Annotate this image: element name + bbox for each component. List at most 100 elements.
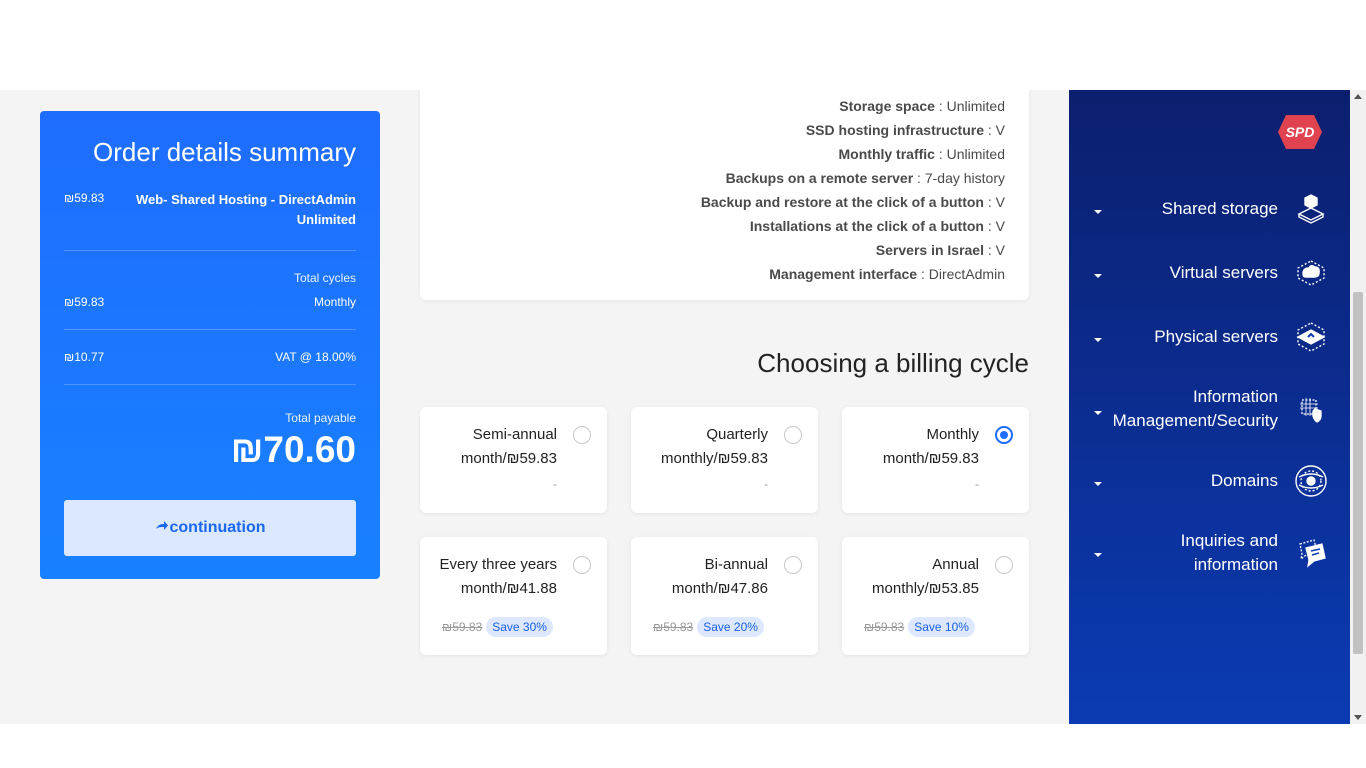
sidebar-item-label-line2: Management/Security [1112,411,1278,430]
divider [64,384,356,385]
plan-name: Monthly [926,426,979,443]
feature-name: Storage space [839,98,935,114]
feature-row: Installations at the click of a button :… [420,216,1005,240]
feature-row: Backups on a remote server : 7-day histo… [420,168,1005,192]
scroll-down-arrow-icon[interactable] [1354,715,1362,720]
chevron-down-icon [1093,547,1103,557]
feature-value: : V [983,194,1005,210]
sidebar-item-label: Physical servers [1154,327,1278,346]
total-payable-label: Total payable [285,411,356,425]
plan-card-semi-annual[interactable]: Semi-annual month/₪59.83 - [420,407,607,513]
feature-name: Installations at the click of a button [749,218,984,234]
sidebar-item-domains[interactable]: Domains [1069,462,1350,502]
plan-radio[interactable] [784,556,802,574]
cycle-price: ₪59.83 [64,295,105,309]
plan-price: month/₪59.83 [882,450,979,467]
security-chip-icon [1294,392,1328,426]
feature-name: Management interface [769,266,918,282]
old-price: ₪59.83 [442,620,483,634]
plan-radio[interactable] [995,556,1013,574]
plan-name: Semi-annual [472,426,557,443]
order-summary-card: Order details summary ₪59.83 Web- Shared… [40,111,380,579]
plan-radio[interactable] [573,556,591,574]
sidebar-item-label-line1: Information [1192,387,1278,406]
old-price: ₪59.83 [864,620,905,634]
sidebar-item-label: Shared storage [1161,199,1278,218]
plan-card-quarterly[interactable]: Quarterly monthly/₪59.83 - [631,407,818,513]
feature-value: : V [983,122,1005,138]
plan-price: month/₪41.88 [460,580,557,597]
feature-value: : V [983,218,1005,234]
plan-price: monthly/₪53.85 [872,580,979,597]
sidebar-item-physical-servers[interactable]: Physical servers [1069,318,1350,358]
chat-bubble-icon [1294,536,1328,570]
plan-discount: ₪59.83 Save 20% [653,617,764,637]
plan-discount: ₪59.83 Save 10% [864,617,975,637]
page-content: Order details summary ₪59.83 Web- Shared… [0,90,1350,724]
item-name: Web- Shared Hosting - DirectAdmin Unlimi… [135,192,356,227]
billing-cycle-title: Choosing a billing cycle [757,348,1029,378]
scroll-thumb[interactable] [1353,292,1363,654]
feature-value: : 7-day history [913,170,1005,186]
feature-name: Backup and restore at the click of a but… [700,194,984,210]
feature-value: : DirectAdmin [917,266,1005,282]
feature-row: Management interface : DirectAdmin [420,264,1005,288]
divider [64,250,356,251]
sidebar-item-label: Domains [1210,471,1278,490]
vat-amount: ₪10.77 [64,350,105,364]
page-scrollbar[interactable] [1350,90,1366,724]
plan-name: Bi-annual [704,556,768,573]
summary-title: Order details summary [93,137,356,167]
save-badge: Save 20% [697,617,764,637]
sidebar-item-virtual-servers[interactable]: Virtual servers [1069,254,1350,294]
feature-row: Storage space : Unlimited [420,96,1005,120]
feature-name: Backups on a remote server [725,170,914,186]
plan-radio-selected[interactable] [995,426,1013,444]
cube-storage-icon [1294,192,1328,226]
plan-price: monthly/₪59.83 [661,450,768,467]
plan-price: month/₪47.86 [671,580,768,597]
feature-value: : Unlimited [934,98,1005,114]
chevron-down-icon [1093,268,1103,278]
plan-name: Annual [932,556,979,573]
chevron-down-icon [1093,405,1103,415]
chevron-down-icon [1093,204,1103,214]
continue-label: continuation [169,519,266,536]
scroll-up-arrow-icon[interactable] [1354,94,1362,99]
item-price: ₪59.83 [64,191,105,205]
feature-name: Servers in Israel [875,242,984,258]
feature-row: SSD hosting infrastructure : V [420,120,1005,144]
globe-icon [1294,464,1328,498]
plan-card-annual[interactable]: Annual monthly/₪53.85 ₪59.83 Save 10% [842,537,1029,655]
plan-discount: ₪59.83 Save 30% [442,617,553,637]
total-cycles-label: Total cycles [293,271,356,285]
feature-row: Servers in Israel : V [420,240,1005,264]
sidebar-item-information-security[interactable]: Information Management/Security [1069,380,1350,440]
plan-features-card: Storage space : Unlimited SSD hosting in… [420,90,1029,300]
plan-name: Every three years [439,556,557,573]
plan-card-bi-annual[interactable]: Bi-annual month/₪47.86 ₪59.83 Save 20% [631,537,818,655]
vat-row: ₪10.77 VAT @ 18.00% [64,350,356,364]
server-cube-icon [1294,320,1328,354]
old-price: ₪59.83 [653,620,694,634]
plan-radio[interactable] [573,426,591,444]
plan-card-monthly[interactable]: Monthly month/₪59.83 - [842,407,1029,513]
cloud-cube-icon [1294,256,1328,290]
save-badge: Save 10% [908,617,975,637]
vat-label: VAT @ 18.00% [275,350,356,364]
feature-name: Monthly traffic [838,146,935,162]
feature-name: SSD hosting infrastructure [805,122,984,138]
chevron-down-icon [1093,332,1103,342]
sidebar-item-label-line2: information [1193,555,1278,574]
plan-radio[interactable] [784,426,802,444]
continue-button[interactable]: continuation [64,500,356,556]
plan-discount-placeholder: - [764,477,768,491]
spd-logo[interactable]: SPD [1276,112,1324,152]
feature-row: Backup and restore at the click of a but… [420,192,1005,216]
plan-card-three-years[interactable]: Every three years month/₪41.88 ₪59.83 Sa… [420,537,607,655]
sidebar-item-inquiries[interactable]: Inquiries and information [1069,522,1350,582]
sidebar-item-shared-storage[interactable]: Shared storage [1069,190,1350,230]
arrow-right-icon [155,519,169,537]
logo-text: SPD [1286,124,1315,140]
divider [64,329,356,330]
